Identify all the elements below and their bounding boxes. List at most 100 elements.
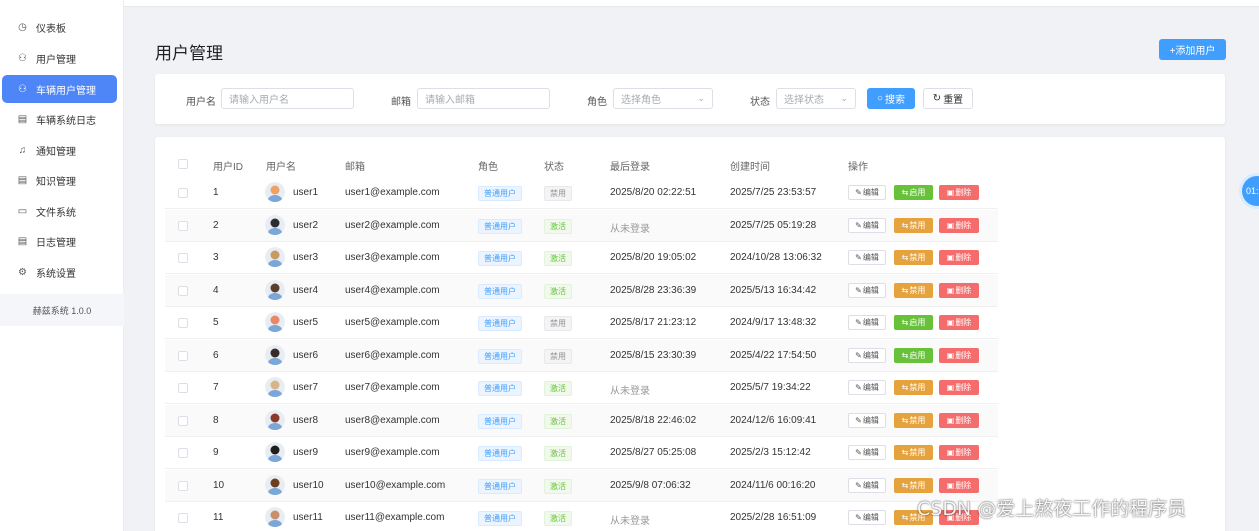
delete-button-label: 删除 [955,480,972,490]
toggle-icon: ⇆ [901,448,909,457]
edit-button[interactable]: ✎ 编辑 [848,477,886,493]
edit-button-label: 编辑 [862,350,879,360]
toggle-icon: ⇆ [901,350,909,360]
delete-button[interactable]: ▣ 删除 [939,217,979,233]
avatar-image [265,409,285,430]
delete-button-label: 删除 [955,318,972,327]
floating-timer-button[interactable]: 01: [1242,176,1259,206]
row-checkbox[interactable] [178,480,188,491]
edit-button-label: 编辑 [862,383,879,392]
edit-button[interactable]: ✎ 编辑 [848,282,886,298]
email: user4@example.com [345,284,440,296]
status-select[interactable]: 选择状态 ⌄ [776,88,856,109]
status-badge: 激活 [544,511,572,526]
sidebar-item-notifications[interactable]: ♫ 通知管理 [2,136,117,164]
user-id: 10 [213,479,225,491]
sidebar-item-knowledge[interactable]: ▤ 知识管理 [2,166,117,194]
row-checkbox[interactable] [178,188,188,198]
row-checkbox[interactable] [178,415,188,426]
sidebar-item-logs[interactable]: ▤ 日志管理 [2,227,117,255]
chevron-down-icon: ⌄ [840,93,848,103]
select-all-checkbox[interactable] [178,159,188,169]
toggle-status-button[interactable]: ⇆ 禁用 [894,477,933,493]
search-button[interactable]: ○ 搜索 [867,88,915,109]
toggle-status-button[interactable]: ⇆ 启用 [894,185,933,200]
sidebar-item-label: 车辆系统日志 [36,115,96,127]
edit-button[interactable]: ✎ 编辑 [848,347,886,363]
user-id: 11 [213,512,224,523]
top-bar [124,0,1259,7]
role-badge: 普通用户 [478,478,522,494]
add-user-button[interactable]: +添加用户 [1159,39,1226,60]
sidebar-item-users[interactable]: ⚇ 用户管理 [2,44,117,72]
sidebar-item-files[interactable]: ▭ 文件系统 [2,197,117,225]
email-input[interactable]: 请输入邮箱 [417,88,550,109]
avatar [265,507,285,527]
toggle-status-button[interactable]: ⇆ 禁用 [894,380,933,395]
delete-button[interactable]: ▣ 删除 [939,380,979,395]
sidebar-item-dashboard[interactable]: ◷ 仪表板 [2,13,117,41]
delete-button[interactable]: ▣ 删除 [939,282,979,298]
edit-button[interactable]: ✎ 编辑 [848,185,886,200]
last-login: 从未登录 [610,386,650,397]
last-login: 2025/9/8 07:06:32 [610,479,691,491]
table-row: 1 user1 user1@example.com 普通用户 禁用 2025/8/20 0… [165,177,998,209]
trash-icon: ▣ [946,383,955,392]
created-time: 2024/12/6 16:09:41 [730,414,817,426]
toggle-button-label: 禁用 [909,448,926,457]
edit-button-label: 编辑 [862,415,879,425]
edit-button[interactable]: ✎ 编辑 [848,510,886,525]
row-checkbox[interactable] [178,350,188,361]
toggle-status-button[interactable]: ⇆ 禁用 [894,412,933,428]
toggle-status-button[interactable]: ⇆ 禁用 [894,445,933,460]
toggle-status-button[interactable]: ⇆ 禁用 [894,282,933,298]
row-checkbox[interactable] [178,383,188,393]
reset-button[interactable]: ↻ 重置 [923,88,973,109]
row-checkbox[interactable] [178,285,188,296]
edit-button[interactable]: ✎ 编辑 [848,445,886,460]
toggle-status-button[interactable]: ⇆ 禁用 [894,250,933,265]
delete-button[interactable]: ▣ 删除 [939,477,979,493]
row-checkbox[interactable] [178,513,188,523]
delete-button[interactable]: ▣ 删除 [939,250,979,265]
edit-button[interactable]: ✎ 编辑 [848,380,886,395]
row-checkbox[interactable] [178,448,188,458]
status-badge: 激活 [544,381,572,396]
avatar [265,474,285,495]
sidebar-item-settings[interactable]: ⚙ 系统设置 [2,258,117,286]
username: user8 [293,414,319,426]
delete-button[interactable]: ▣ 删除 [939,445,979,460]
avatar [265,377,285,397]
table-row: 3 user3 user3@example.com 普通用户 激活 2025/8/20 1… [165,242,998,274]
filter-panel: 用户名 请输入用户名 邮箱 请输入邮箱 角色 选择角色 ⌄ 状态 选择状态 ⌄ … [155,74,1225,124]
email: user9@example.com [345,447,440,458]
version-label: 赫兹系统 1.0.0 [0,294,124,326]
toggle-status-button[interactable]: ⇆ 启用 [894,315,933,330]
toggle-status-button[interactable]: ⇆ 禁用 [894,217,933,233]
row-checkbox[interactable] [178,220,188,231]
edit-button-label: 编辑 [862,448,879,457]
email: user7@example.com [345,382,440,393]
toggle-icon: ⇆ [901,480,909,490]
sidebar-item-vehicle-logs[interactable]: ▤ 车辆系统日志 [2,105,117,133]
delete-button[interactable]: ▣ 删除 [939,185,979,200]
delete-button[interactable]: ▣ 删除 [939,412,979,428]
delete-button[interactable]: ▣ 删除 [939,347,979,363]
avatar-image [265,279,285,300]
edit-icon: ✎ [855,188,862,197]
row-checkbox[interactable] [178,253,188,263]
username-input[interactable]: 请输入用户名 [221,88,354,109]
edit-button[interactable]: ✎ 编辑 [848,250,886,265]
delete-button[interactable]: ▣ 删除 [939,315,979,330]
refresh-icon: ↻ [932,93,942,104]
row-checkbox[interactable] [178,318,188,328]
role-select[interactable]: 选择角色 ⌄ [613,88,713,109]
created-time: 2025/5/13 16:34:42 [730,284,817,296]
edit-button[interactable]: ✎ 编辑 [848,412,886,428]
sidebar-item-vehicle-users[interactable]: ⚇ 车辆用户管理 [2,75,117,103]
edit-button[interactable]: ✎ 编辑 [848,315,886,330]
delete-button-label: 删除 [955,188,972,197]
toggle-status-button[interactable]: ⇆ 启用 [894,347,933,363]
edit-button-label: 编辑 [862,480,879,490]
edit-button[interactable]: ✎ 编辑 [848,217,886,233]
